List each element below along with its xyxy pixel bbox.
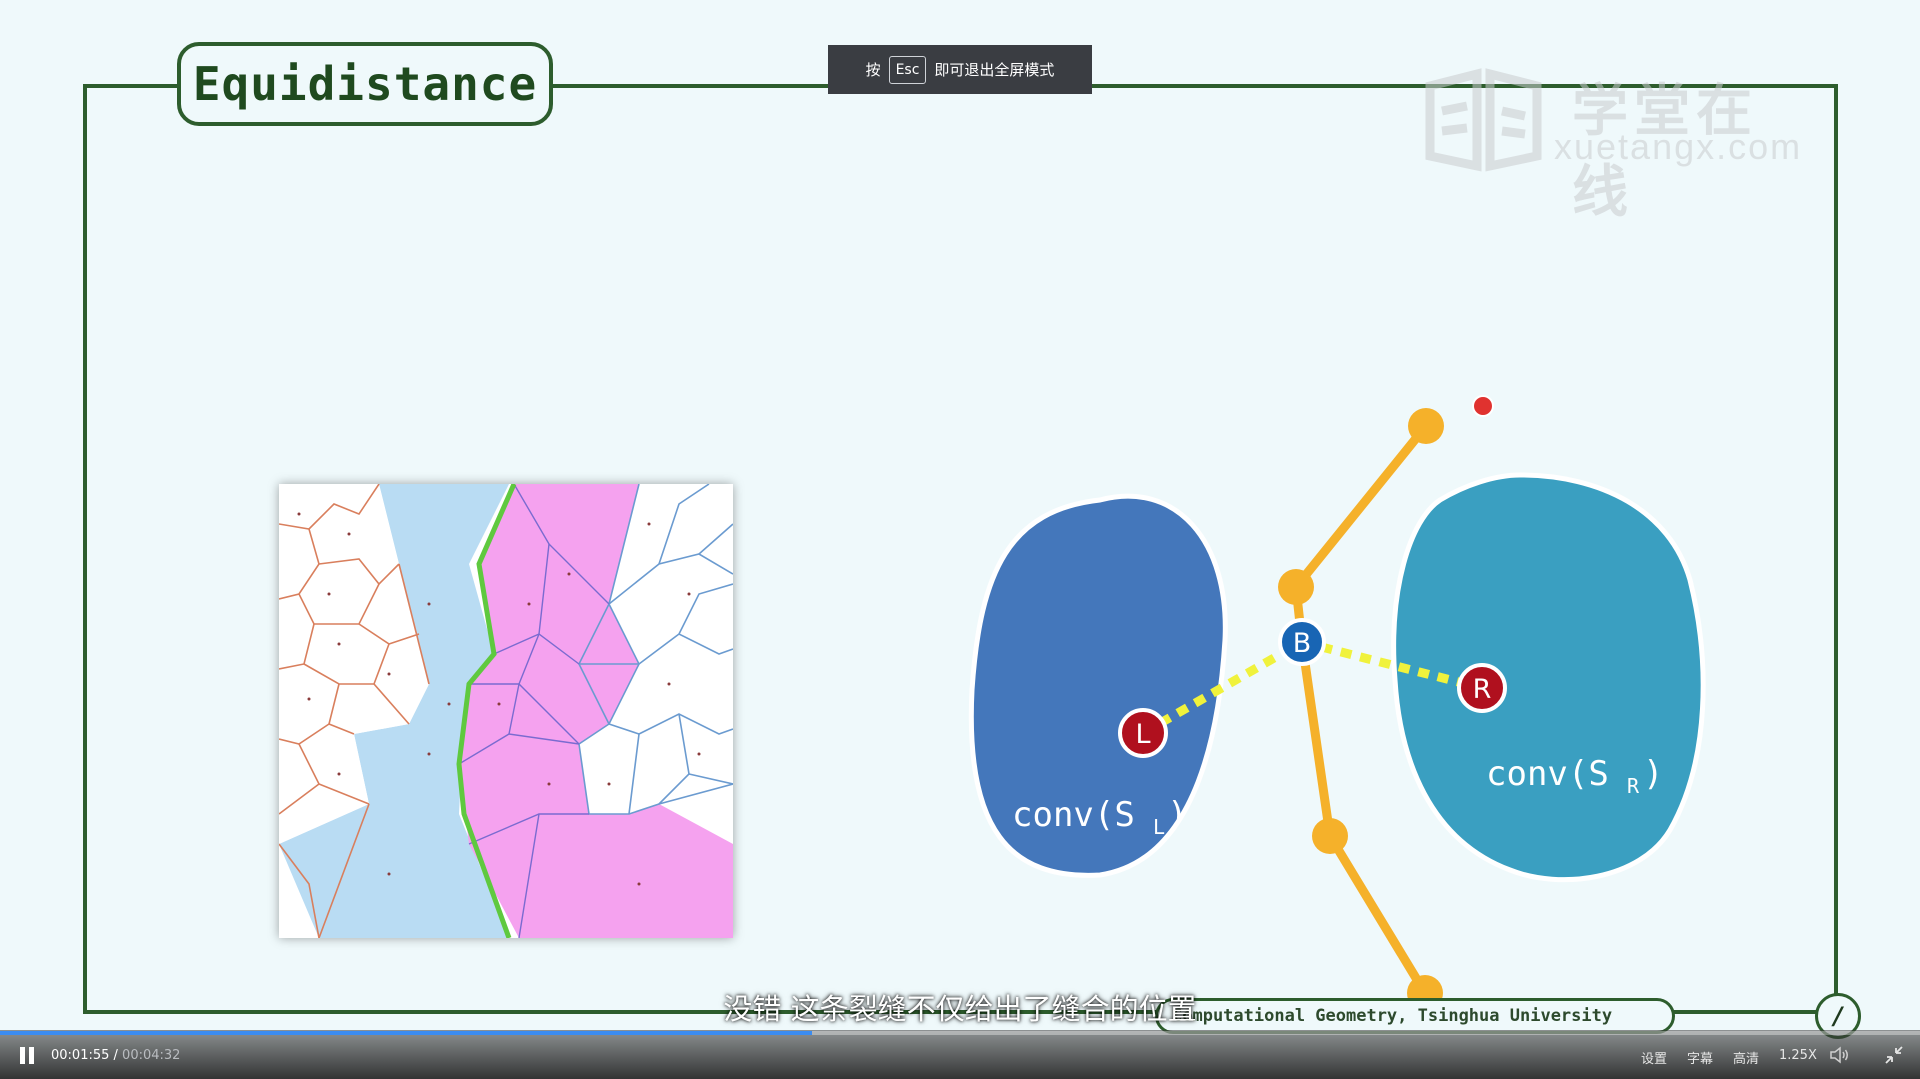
player-control-bar xyxy=(0,1030,1920,1079)
current-time: 00:01:55 xyxy=(51,1048,110,1063)
quality-button[interactable]: 高清 xyxy=(1733,1048,1759,1067)
point-L-marker: L xyxy=(1118,708,1168,758)
exit-fullscreen-icon xyxy=(1885,1046,1903,1064)
book-logo-icon xyxy=(1425,68,1542,172)
volume-icon xyxy=(1830,1046,1848,1064)
svg-text:conv(S: conv(S xyxy=(1012,795,1135,835)
video-area[interactable]: Equidistance 学堂在线 xuetangx.com L B R con… xyxy=(0,0,1920,1079)
speed-button[interactable]: 1.25X xyxy=(1779,1048,1817,1063)
settings-button[interactable]: 设置 xyxy=(1641,1048,1667,1067)
slide-title: Equidistance xyxy=(192,57,538,111)
voronoi-diagram xyxy=(278,482,734,939)
xuetangx-watermark: 学堂在线 xuetangx.com xyxy=(1422,66,1812,225)
subtitle-caption: 没错 这条裂缝不仅给出了缝合的位置 xyxy=(723,992,1197,1026)
time-display: 00:01:55 / 00:04:32 xyxy=(51,1048,180,1063)
duration: 00:04:32 xyxy=(122,1048,181,1063)
point-L-label: L xyxy=(1135,719,1150,750)
volume-button[interactable] xyxy=(1828,1043,1852,1067)
red-dot-marker xyxy=(1472,395,1494,417)
svg-text:R: R xyxy=(1627,774,1640,798)
exit-fullscreen-button[interactable] xyxy=(1882,1043,1906,1067)
point-R-marker: R xyxy=(1457,663,1507,713)
svg-text:): ) xyxy=(1167,795,1187,835)
esc-hint-suffix: 即可退出全屏模式 xyxy=(934,61,1055,79)
slide-title-box: Equidistance xyxy=(177,42,553,126)
merge-diagram: L B R conv(S L ) conv(S R ) xyxy=(968,395,1706,1005)
svg-text:conv(S: conv(S xyxy=(1486,754,1609,794)
esc-hint-prefix: 按 xyxy=(865,61,881,79)
pause-button[interactable] xyxy=(16,1045,38,1067)
point-R-label: R xyxy=(1473,674,1492,705)
progress-bar[interactable] xyxy=(0,1031,1920,1035)
watermark-en: xuetangx.com xyxy=(1554,126,1803,167)
progress-fill xyxy=(0,1031,812,1035)
time-separator: / xyxy=(109,1048,123,1063)
svg-text:L: L xyxy=(1153,815,1165,839)
exit-fullscreen-hint: 按 Esc 即可退出全屏模式 xyxy=(828,45,1092,94)
pause-icon-bar xyxy=(29,1047,34,1064)
point-B-label: B xyxy=(1293,628,1312,659)
esc-key-badge: Esc xyxy=(888,55,927,84)
point-B-marker: B xyxy=(1278,618,1326,666)
pause-icon xyxy=(20,1047,25,1064)
captions-button[interactable]: 字幕 xyxy=(1687,1048,1713,1067)
svg-text:): ) xyxy=(1643,754,1663,794)
